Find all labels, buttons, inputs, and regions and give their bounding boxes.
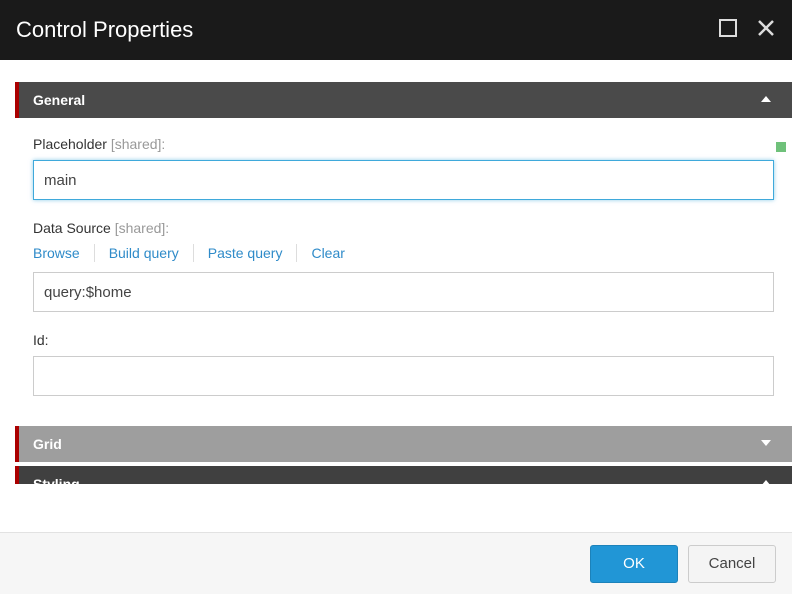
control-properties-dialog: Control Properties General Placeho [0, 0, 792, 594]
validation-marker-icon [776, 142, 786, 152]
maximize-icon[interactable] [718, 18, 738, 43]
dialog-footer: OK Cancel [0, 532, 792, 594]
section-header-general[interactable]: General [15, 82, 792, 118]
cancel-button[interactable]: Cancel [688, 545, 776, 583]
section-header-grid[interactable]: Grid [15, 426, 792, 462]
close-icon[interactable] [756, 18, 776, 43]
section-title: Styling [33, 476, 80, 484]
clear-link[interactable]: Clear [297, 245, 358, 261]
paste-query-link[interactable]: Paste query [194, 245, 297, 261]
section-title: Grid [33, 436, 62, 452]
id-input[interactable] [33, 356, 774, 396]
build-query-link[interactable]: Build query [95, 245, 193, 261]
content-scroll-area[interactable]: General Placeholder [shared]: Data Sourc… [0, 60, 792, 532]
datasource-label: Data Source [shared]: [33, 220, 774, 236]
dialog-titlebar: Control Properties [0, 0, 792, 60]
chevron-up-icon [758, 91, 774, 110]
chevron-up-icon [758, 475, 774, 485]
dialog-title: Control Properties [16, 17, 718, 43]
placeholder-label: Placeholder [shared]: [33, 136, 774, 152]
section-body-general: Placeholder [shared]: Data Source [share… [15, 118, 792, 422]
section-header-styling[interactable]: Styling [15, 466, 792, 484]
datasource-action-links: Browse Build query Paste query Clear [33, 244, 774, 262]
datasource-input[interactable] [33, 272, 774, 312]
browse-link[interactable]: Browse [33, 245, 94, 261]
placeholder-input[interactable] [33, 160, 774, 200]
ok-button[interactable]: OK [590, 545, 678, 583]
chevron-down-icon [758, 435, 774, 454]
id-label: Id: [33, 332, 774, 348]
section-title: General [33, 92, 85, 108]
